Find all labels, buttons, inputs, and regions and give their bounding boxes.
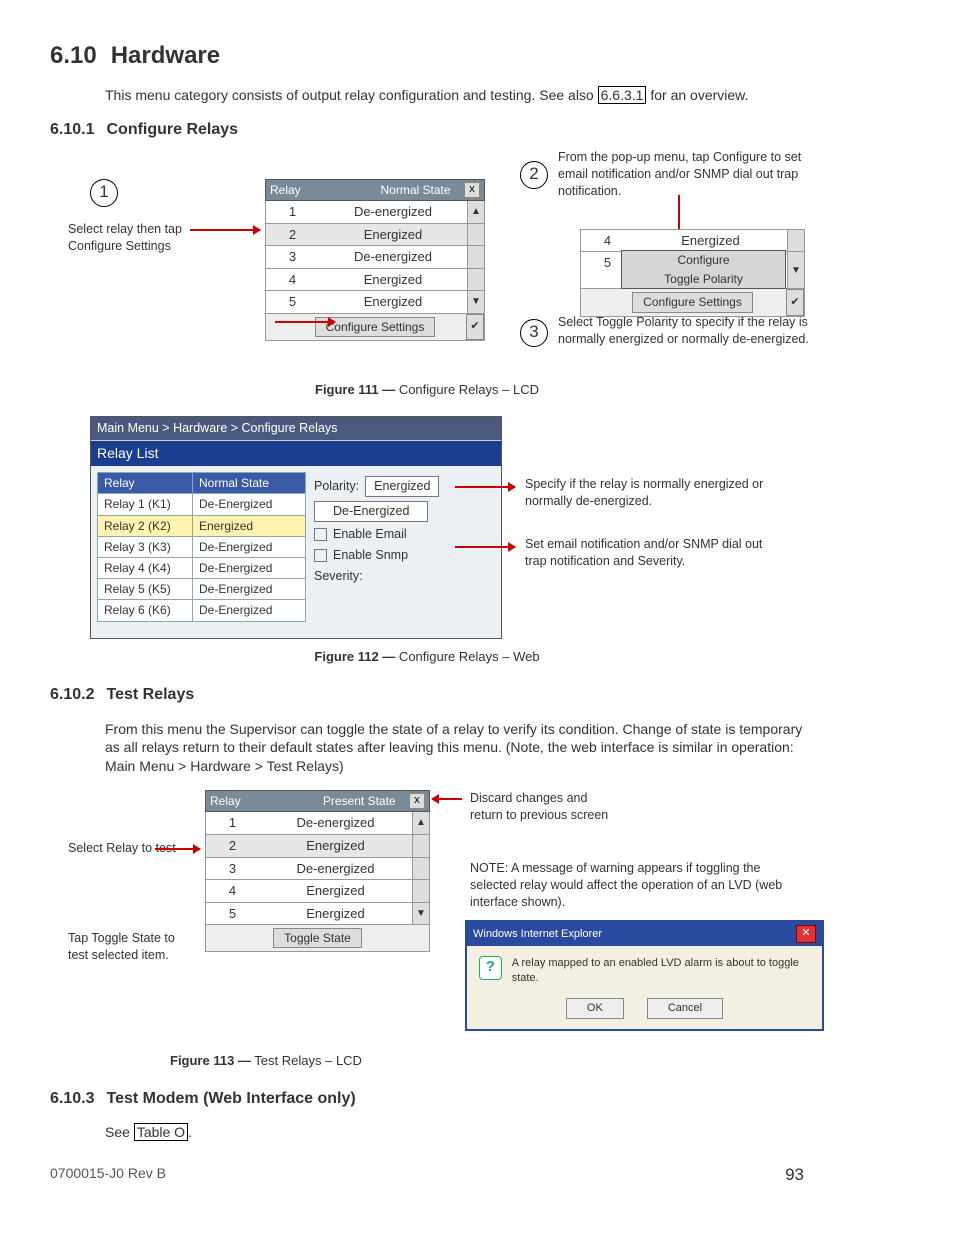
- relay-row[interactable]: 5 Configure Toggle Polarity ▼: [580, 252, 805, 289]
- checkbox-icon[interactable]: [314, 528, 327, 541]
- question-icon: ?: [479, 956, 502, 980]
- section-heading: 6.10 Hardware: [50, 40, 804, 72]
- step-3-badge: 3: [520, 319, 548, 347]
- step-1-text: Select relay then tap Configure Settings: [68, 221, 228, 255]
- relay-row[interactable]: 5Energized▼: [205, 903, 430, 926]
- page-footer: 0700015-J0 Rev B 93: [50, 1164, 804, 1187]
- figure-111-caption: Figure 111 — Configure Relays – LCD: [50, 381, 804, 399]
- scroll-up-icon[interactable]: ▲: [467, 201, 484, 223]
- panel-subtitle: Relay List: [91, 440, 501, 466]
- doc-id: 0700015-J0 Rev B: [50, 1164, 166, 1187]
- figure-112-caption: Figure 112 — Configure Relays – Web: [50, 648, 804, 666]
- scroll-down-icon[interactable]: ▼: [787, 252, 804, 288]
- sub3-body: See Table O.: [105, 1123, 804, 1142]
- xref-6631[interactable]: 6.6.3.1: [598, 86, 647, 104]
- lvd-note: NOTE: A message of warning appears if to…: [470, 860, 810, 911]
- arrow-icon: [432, 798, 462, 800]
- breadcrumb: Main Menu > Hardware > Configure Relays: [91, 417, 501, 440]
- checkbox-icon[interactable]: [314, 549, 327, 562]
- lcd-relay-panel: Relay Normal State x 1De-energized▲ 2Ene…: [265, 179, 485, 341]
- relay-row[interactable]: 1De-energized▲: [205, 812, 430, 835]
- table-row[interactable]: Relay 4 (K4)De-Energized: [98, 557, 305, 578]
- subsection-1-heading: 6.10.1Configure Relays: [50, 119, 804, 141]
- relay-list-table: RelayNormal State Relay 1 (K1)De-Energiz…: [97, 472, 306, 621]
- label-toggle-state: Tap Toggle State to test selected item.: [68, 930, 188, 964]
- table-row[interactable]: Relay 3 (K3)De-Energized: [98, 536, 305, 557]
- close-icon[interactable]: x: [464, 182, 480, 198]
- relay-row[interactable]: 3De-energized: [265, 246, 485, 269]
- relay-row[interactable]: 5Energized▼: [265, 291, 485, 314]
- scroll-down-icon[interactable]: ▼: [467, 291, 484, 313]
- arrow-icon: [155, 848, 200, 850]
- polarity-deenergized-button[interactable]: De-Energized: [314, 501, 428, 522]
- arrow-icon: [455, 486, 515, 488]
- arrow-icon: [275, 321, 335, 323]
- subsection-2-heading: 6.10.2Test Relays: [50, 684, 804, 706]
- annotation-notify: Set email notification and/or SNMP dial …: [525, 536, 775, 570]
- close-icon[interactable]: x: [409, 793, 425, 809]
- scroll-down-icon[interactable]: ▼: [412, 903, 429, 925]
- close-icon[interactable]: ✕: [796, 925, 816, 943]
- relay-row[interactable]: 3De-energized: [205, 858, 430, 881]
- xref-table-o[interactable]: Table O: [134, 1123, 188, 1141]
- page-number: 93: [785, 1164, 804, 1187]
- lcd-test-relay-panel: Relay Present State x 1De-energized▲ 2En…: [205, 790, 430, 952]
- ok-button[interactable]: OK: [566, 998, 624, 1019]
- confirm-icon[interactable]: ✔: [466, 314, 484, 340]
- subsection-3-heading: 6.10.3Test Modem (Web Interface only): [50, 1088, 804, 1110]
- menu-item-configure[interactable]: Configure: [622, 251, 785, 269]
- web-config-panel: Main Menu > Hardware > Configure Relays …: [90, 416, 502, 638]
- lcd-popup-panel: 4Energized 5 Configure Toggle Polarity ▼…: [580, 229, 805, 317]
- step-2-text: From the pop-up menu, tap Configure to s…: [558, 149, 818, 200]
- enable-snmp-label: Enable Snmp: [333, 547, 408, 564]
- section-title: Hardware: [111, 42, 220, 69]
- step-3-text: Select Toggle Polarity to specify if the…: [558, 314, 838, 348]
- table-row[interactable]: Relay 2 (K2)Energized: [98, 515, 305, 536]
- table-row[interactable]: Relay 5 (K5)De-Energized: [98, 578, 305, 599]
- relay-row[interactable]: 2Energized: [265, 224, 485, 247]
- intro-paragraph: This menu category consists of output re…: [105, 86, 804, 105]
- dialog-message: A relay mapped to an enabled LVD alarm i…: [512, 956, 810, 986]
- annotation-polarity: Specify if the relay is normally energiz…: [525, 476, 775, 510]
- figure-113-caption: Figure 113 — Test Relays – LCD: [170, 1052, 804, 1070]
- relay-row[interactable]: 1De-energized▲: [265, 201, 485, 224]
- relay-row[interactable]: 4Energized: [580, 229, 805, 253]
- step-2-badge: 2: [520, 161, 548, 189]
- toggle-state-button[interactable]: Toggle State: [273, 928, 362, 948]
- context-menu: Configure Toggle Polarity: [621, 250, 786, 288]
- menu-item-toggle-polarity[interactable]: Toggle Polarity: [622, 270, 785, 288]
- panel-header: Relay Normal State x: [265, 179, 485, 201]
- scroll-up-icon[interactable]: ▲: [412, 812, 429, 834]
- table-row[interactable]: Relay 6 (K6)De-Energized: [98, 599, 305, 620]
- confirm-icon[interactable]: ✔: [786, 289, 804, 315]
- configure-settings-button[interactable]: Configure Settings: [632, 292, 753, 312]
- polarity-energized-button[interactable]: Energized: [365, 476, 439, 497]
- relay-row[interactable]: 4Energized: [265, 269, 485, 292]
- enable-email-label: Enable Email: [333, 526, 407, 543]
- step-1-badge: 1: [90, 179, 118, 207]
- label-discard: Discard changes and return to previous s…: [470, 790, 620, 824]
- arrow-icon: [190, 229, 260, 231]
- arrow-icon: [455, 546, 515, 548]
- dialog-title: Windows Internet Explorer: [473, 927, 602, 942]
- table-row[interactable]: Relay 1 (K1)De-Energized: [98, 493, 305, 514]
- section-number: 6.10: [50, 42, 97, 69]
- sub2-body: From this menu the Supervisor can toggle…: [105, 720, 804, 777]
- relay-row[interactable]: 2Energized: [205, 835, 430, 858]
- figure-112: Main Menu > Hardware > Configure Relays …: [50, 416, 804, 636]
- cancel-button[interactable]: Cancel: [647, 998, 723, 1019]
- relay-options: Polarity: Energized De-Energized Enable …: [314, 472, 439, 621]
- ie-warning-dialog: Windows Internet Explorer ✕ ? A relay ma…: [465, 920, 824, 1031]
- relay-row[interactable]: 4Energized: [205, 880, 430, 903]
- panel-header: Relay Present State x: [205, 790, 430, 812]
- figure-113: Select Relay to test Tap Toggle State to…: [50, 790, 804, 1040]
- severity-label: Severity:: [314, 568, 363, 585]
- figure-111: 1 Select relay then tap Configure Settin…: [50, 149, 804, 369]
